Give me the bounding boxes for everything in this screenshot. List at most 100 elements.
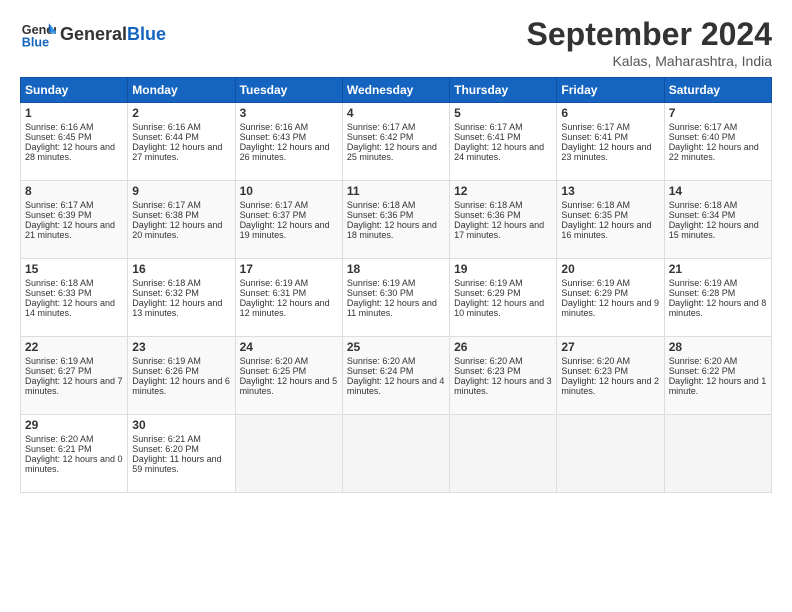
sunrise-text: Sunrise: 6:19 AM: [454, 278, 523, 288]
table-row: 1 Sunrise: 6:16 AMSunset: 6:45 PMDaylight…: [21, 103, 128, 181]
sunset-text: Sunset: 6:26 PM: [132, 366, 199, 376]
daylight-text: Daylight: 12 hours and 4 minutes.: [347, 376, 445, 396]
sunset-text: Sunset: 6:42 PM: [347, 132, 414, 142]
sunrise-text: Sunrise: 6:17 AM: [25, 200, 94, 210]
daylight-text: Daylight: 12 hours and 15 minutes.: [669, 220, 759, 240]
sunset-text: Sunset: 6:32 PM: [132, 288, 199, 298]
sunset-text: Sunset: 6:30 PM: [347, 288, 414, 298]
sunset-text: Sunset: 6:35 PM: [561, 210, 628, 220]
sunset-text: Sunset: 6:29 PM: [561, 288, 628, 298]
sunset-text: Sunset: 6:23 PM: [454, 366, 521, 376]
sunrise-text: Sunrise: 6:19 AM: [132, 356, 201, 366]
sunrise-text: Sunrise: 6:19 AM: [561, 278, 630, 288]
sunset-text: Sunset: 6:41 PM: [561, 132, 628, 142]
sunrise-text: Sunrise: 6:16 AM: [25, 122, 94, 132]
day-number: 5: [454, 106, 552, 120]
sunrise-text: Sunrise: 6:18 AM: [347, 200, 416, 210]
col-wednesday: Wednesday: [342, 78, 449, 103]
sunrise-text: Sunrise: 6:18 AM: [561, 200, 630, 210]
sunrise-text: Sunrise: 6:18 AM: [132, 278, 201, 288]
sunset-text: Sunset: 6:24 PM: [347, 366, 414, 376]
daylight-text: Daylight: 12 hours and 7 minutes.: [25, 376, 123, 396]
sunset-text: Sunset: 6:33 PM: [25, 288, 92, 298]
sunrise-text: Sunrise: 6:19 AM: [347, 278, 416, 288]
day-number: 4: [347, 106, 445, 120]
sunrise-text: Sunrise: 6:17 AM: [347, 122, 416, 132]
sunset-text: Sunset: 6:20 PM: [132, 444, 199, 454]
sunset-text: Sunset: 6:23 PM: [561, 366, 628, 376]
daylight-text: Daylight: 12 hours and 8 minutes.: [669, 298, 767, 318]
table-row: [557, 415, 664, 493]
sunrise-text: Sunrise: 6:18 AM: [25, 278, 94, 288]
table-row: 16Sunrise: 6:18 AMSunset: 6:32 PMDayligh…: [128, 259, 235, 337]
table-row: 8Sunrise: 6:17 AMSunset: 6:39 PMDaylight…: [21, 181, 128, 259]
col-friday: Friday: [557, 78, 664, 103]
sunset-text: Sunset: 6:29 PM: [454, 288, 521, 298]
day-number: 26: [454, 340, 552, 354]
col-tuesday: Tuesday: [235, 78, 342, 103]
daylight-text: Daylight: 12 hours and 9 minutes.: [561, 298, 659, 318]
table-row: 2Sunrise: 6:16 AMSunset: 6:44 PMDaylight…: [128, 103, 235, 181]
daylight-text: Daylight: 12 hours and 12 minutes.: [240, 298, 330, 318]
logo: General Blue GeneralBlue: [20, 16, 166, 52]
sunrise-text: Sunrise: 6:21 AM: [132, 434, 201, 444]
table-row: 4Sunrise: 6:17 AMSunset: 6:42 PMDaylight…: [342, 103, 449, 181]
sunset-text: Sunset: 6:41 PM: [454, 132, 521, 142]
main-container: General Blue GeneralBlue September 2024 …: [0, 0, 792, 612]
sunrise-text: Sunrise: 6:20 AM: [25, 434, 94, 444]
table-row: 11Sunrise: 6:18 AMSunset: 6:36 PMDayligh…: [342, 181, 449, 259]
sunset-text: Sunset: 6:40 PM: [669, 132, 736, 142]
sunrise-text: Sunrise: 6:20 AM: [561, 356, 630, 366]
table-row: 22 Sunrise: 6:19 AMSunset: 6:27 PMDayligh…: [21, 337, 128, 415]
sunrise-text: Sunrise: 6:19 AM: [25, 356, 94, 366]
daylight-text: Daylight: 12 hours and 2 minutes.: [561, 376, 659, 396]
daylight-text: Daylight: 12 hours and 3 minutes.: [454, 376, 552, 396]
title-area: September 2024 Kalas, Maharashtra, India: [527, 16, 772, 69]
calendar-week-3: 22Sunrise: 6:19 AMSunset: 6:27 PMDayligh…: [21, 337, 772, 415]
sunset-text: Sunset: 6:25 PM: [240, 366, 307, 376]
daylight-text: Daylight: 12 hours and 1 minute.: [669, 376, 767, 396]
day-number: 10: [240, 184, 338, 198]
table-row: 25Sunrise: 6:20 AMSunset: 6:24 PMDayligh…: [342, 337, 449, 415]
daylight-text: Daylight: 12 hours and 28 minutes.: [25, 142, 115, 162]
sunset-text: Sunset: 6:31 PM: [240, 288, 307, 298]
daylight-text: Daylight: 12 hours and 27 minutes.: [132, 142, 222, 162]
daylight-text: Daylight: 12 hours and 13 minutes.: [132, 298, 222, 318]
day-number: 1: [25, 106, 123, 120]
table-row: 14Sunrise: 6:18 AMSunset: 6:34 PMDayligh…: [664, 181, 771, 259]
sunrise-text: Sunrise: 6:20 AM: [454, 356, 523, 366]
table-row: 23Sunrise: 6:19 AMSunset: 6:26 PMDayligh…: [128, 337, 235, 415]
table-row: 5Sunrise: 6:17 AMSunset: 6:41 PMDaylight…: [450, 103, 557, 181]
svg-text:Blue: Blue: [22, 36, 49, 50]
day-number: 9: [132, 184, 230, 198]
sunrise-text: Sunrise: 6:19 AM: [240, 278, 309, 288]
day-number: 6: [561, 106, 659, 120]
day-number: 27: [561, 340, 659, 354]
table-row: 29Sunrise: 6:20 AMSunset: 6:21 PMDayligh…: [21, 415, 128, 493]
daylight-text: Daylight: 12 hours and 16 minutes.: [561, 220, 651, 240]
day-number: 7: [669, 106, 767, 120]
col-monday: Monday: [128, 78, 235, 103]
sunset-text: Sunset: 6:38 PM: [132, 210, 199, 220]
day-number: 12: [454, 184, 552, 198]
sunset-text: Sunset: 6:37 PM: [240, 210, 307, 220]
table-row: 17Sunrise: 6:19 AMSunset: 6:31 PMDayligh…: [235, 259, 342, 337]
table-row: [235, 415, 342, 493]
day-number: 23: [132, 340, 230, 354]
sunset-text: Sunset: 6:39 PM: [25, 210, 92, 220]
daylight-text: Daylight: 12 hours and 10 minutes.: [454, 298, 544, 318]
day-number: 21: [669, 262, 767, 276]
day-number: 14: [669, 184, 767, 198]
day-number: 22: [25, 340, 123, 354]
table-row: 20Sunrise: 6:19 AMSunset: 6:29 PMDayligh…: [557, 259, 664, 337]
sunset-text: Sunset: 6:27 PM: [25, 366, 92, 376]
table-row: 30Sunrise: 6:21 AMSunset: 6:20 PMDayligh…: [128, 415, 235, 493]
logo-general: General: [60, 24, 127, 45]
table-row: 24Sunrise: 6:20 AMSunset: 6:25 PMDayligh…: [235, 337, 342, 415]
day-number: 30: [132, 418, 230, 432]
day-number: 13: [561, 184, 659, 198]
daylight-text: Daylight: 12 hours and 26 minutes.: [240, 142, 330, 162]
sunset-text: Sunset: 6:45 PM: [25, 132, 92, 142]
table-row: 15Sunrise: 6:18 AMSunset: 6:33 PMDayligh…: [21, 259, 128, 337]
sunrise-text: Sunrise: 6:17 AM: [240, 200, 309, 210]
